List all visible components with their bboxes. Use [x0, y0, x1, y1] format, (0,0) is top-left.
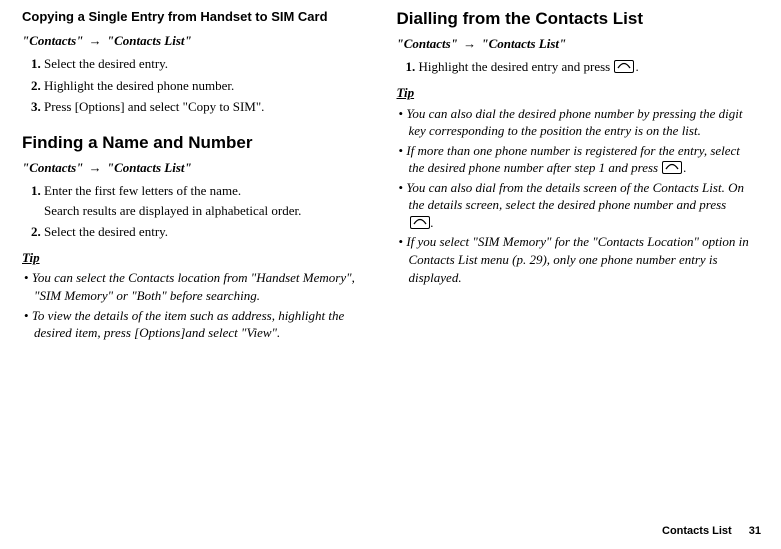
call-key-icon [410, 216, 430, 229]
tip-text-post: . [431, 215, 434, 230]
step-item: Press [Options] and select "Copy to SIM"… [44, 96, 377, 118]
breadcrumb-copy: "Contacts" → "Contacts List" [22, 32, 377, 50]
breadcrumb-part: "Contacts List" [107, 160, 192, 175]
step-text: Select the desired entry. [44, 224, 168, 239]
step-text-post: . [635, 59, 638, 74]
steps-finding: Enter the first few letters of the name.… [22, 180, 377, 243]
arrow-icon: → [87, 160, 104, 175]
page-body: Copying a Single Entry from Handset to S… [0, 0, 781, 510]
tip-text: If you select "SIM Memory" for the "Cont… [406, 234, 748, 284]
right-column: Dialling from the Contacts List "Contact… [387, 8, 762, 510]
arrow-icon: → [87, 33, 104, 48]
breadcrumb-dialling: "Contacts" → "Contacts List" [397, 35, 752, 53]
page-footer: Contacts List 31 [662, 524, 761, 539]
step-item: Highlight the desired phone number. [44, 75, 377, 97]
step-text: Enter the first few letters of the name. [44, 183, 241, 198]
breadcrumb-part: "Contacts" [22, 160, 83, 175]
tip-text-post: . [683, 160, 686, 175]
tip-item: To view the details of the item such as … [24, 306, 377, 343]
tip-item: If you select "SIM Memory" for the "Cont… [399, 232, 752, 287]
tip-item: You can also dial from the details scree… [399, 178, 752, 233]
step-text: Select the desired entry. [44, 56, 168, 71]
heading-copy-entry: Copying a Single Entry from Handset to S… [22, 8, 377, 26]
step-item: Enter the first few letters of the name.… [44, 180, 377, 221]
tip-item: If more than one phone number is registe… [399, 141, 752, 178]
tips-dialling: You can also dial the desired phone numb… [397, 104, 752, 287]
tip-text: You can select the Contacts location fro… [32, 270, 355, 303]
arrow-icon: → [461, 36, 478, 51]
tip-text-pre: If more than one phone number is registe… [406, 143, 740, 176]
step-text: Highlight the desired entry and press . [419, 59, 639, 74]
step-text: Press [Options] and select "Copy to SIM"… [44, 99, 264, 114]
heading-dialling: Dialling from the Contacts List [397, 8, 752, 31]
steps-dialling: Highlight the desired entry and press . [397, 56, 752, 78]
footer-title: Contacts List [662, 525, 732, 537]
tip-item: You can also dial the desired phone numb… [399, 104, 752, 141]
step-item: Select the desired entry. [44, 53, 377, 75]
step-item: Highlight the desired entry and press . [419, 56, 752, 78]
tips-finding: You can select the Contacts location fro… [22, 268, 377, 342]
step-note: Search results are displayed in alphabet… [44, 202, 377, 220]
tip-text: To view the details of the item such as … [32, 308, 344, 341]
left-column: Copying a Single Entry from Handset to S… [12, 8, 387, 510]
breadcrumb-finding: "Contacts" → "Contacts List" [22, 159, 377, 177]
breadcrumb-part: "Contacts List" [481, 36, 566, 51]
tip-text-pre: You can also dial from the details scree… [406, 180, 744, 213]
step-text: Highlight the desired phone number. [44, 78, 234, 93]
tip-item: You can select the Contacts location fro… [24, 268, 377, 305]
tip-text: You can also dial the desired phone numb… [406, 106, 742, 139]
call-key-icon [614, 60, 634, 73]
tip-label: Tip [22, 249, 377, 267]
breadcrumb-part: "Contacts" [22, 33, 83, 48]
step-text-pre: Highlight the desired entry and press [419, 59, 614, 74]
step-item: Select the desired entry. [44, 221, 377, 243]
tip-label: Tip [397, 84, 752, 102]
call-key-icon [662, 161, 682, 174]
heading-finding: Finding a Name and Number [22, 132, 377, 155]
steps-copy: Select the desired entry. Highlight the … [22, 53, 377, 118]
breadcrumb-part: "Contacts" [397, 36, 458, 51]
breadcrumb-part: "Contacts List" [107, 33, 192, 48]
footer-page-number: 31 [749, 525, 761, 537]
